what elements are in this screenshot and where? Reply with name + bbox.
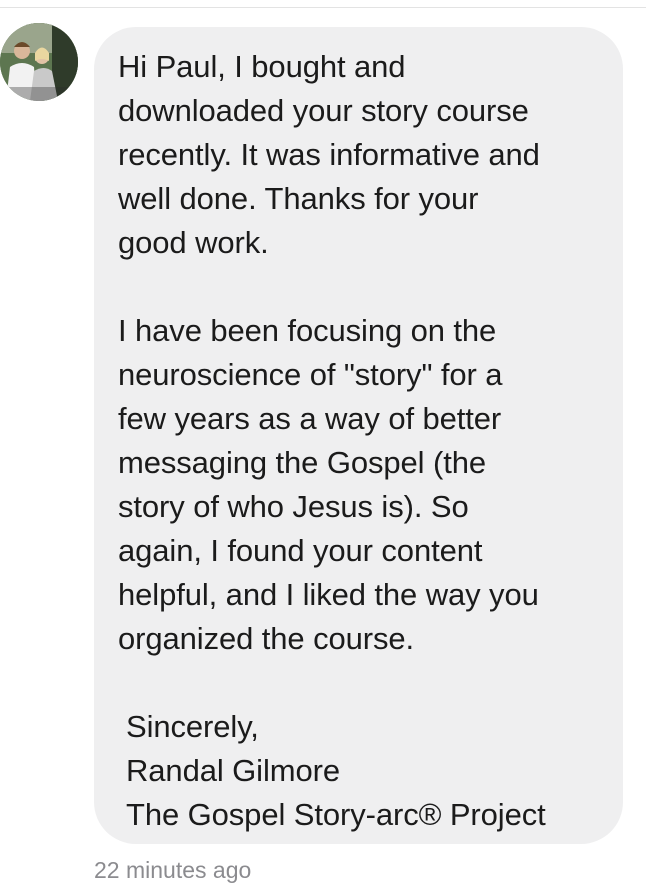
message-paragraph-greeting: Hi Paul, I bought and downloaded your st… [118,49,540,260]
top-divider [0,7,646,8]
message-bubble: Hi Paul, I bought and downloaded your st… [94,27,623,844]
message-paragraph-body: I have been focusing on the neuroscience… [118,313,539,656]
message-signature: Sincerely, Randal Gilmore The Gospel Sto… [126,709,546,832]
message-timestamp: 22 minutes ago [94,857,252,883]
profile-photo-icon [0,23,78,101]
sender-avatar[interactable] [0,23,78,101]
